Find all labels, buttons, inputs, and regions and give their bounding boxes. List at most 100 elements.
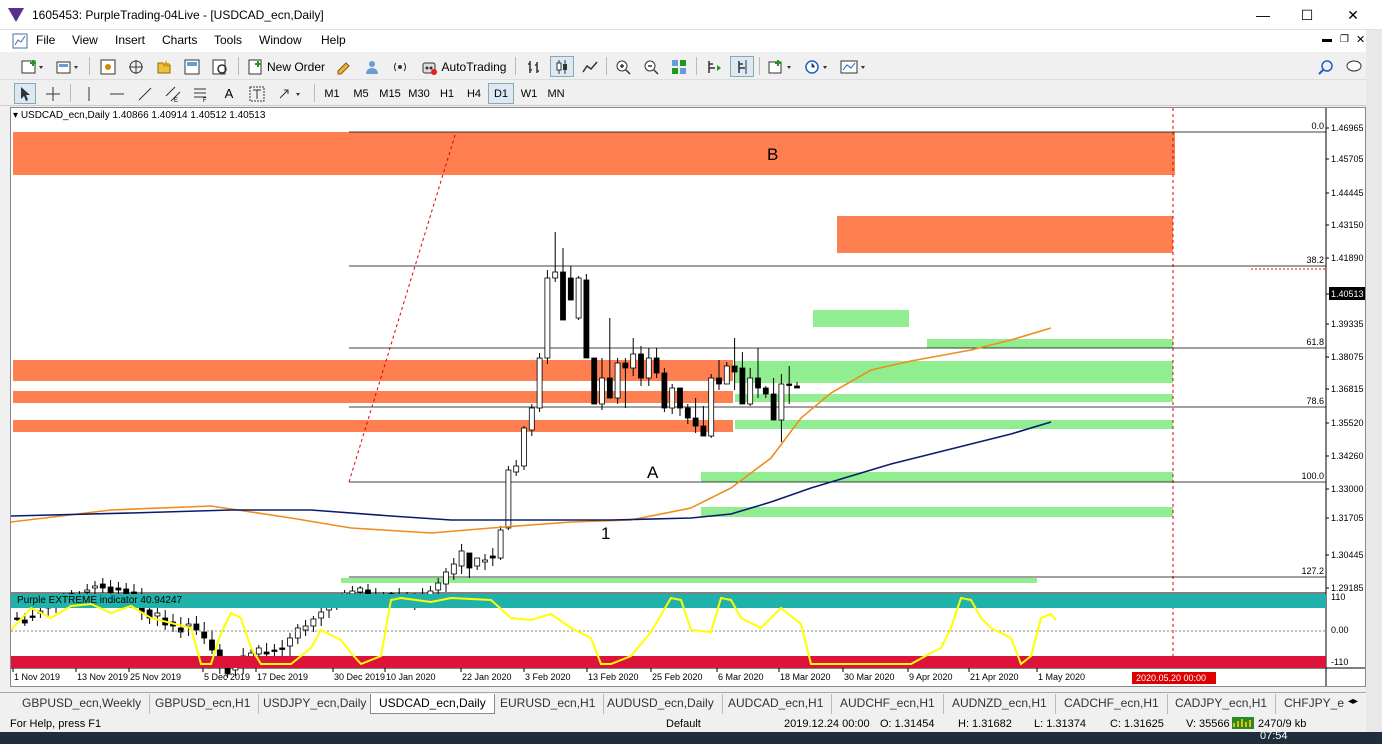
tab-usdjpy-daily[interactable]: USDJPY_ecn,Daily bbox=[255, 694, 376, 714]
maximize-button[interactable]: ☐ bbox=[1284, 0, 1330, 30]
candlestick-icon[interactable] bbox=[550, 56, 574, 77]
demand-zone bbox=[735, 361, 1173, 383]
child-restore-icon[interactable]: ❐ bbox=[1340, 34, 1349, 45]
tab-scroll-icon[interactable]: ◂▸ bbox=[1348, 696, 1358, 707]
tab-audusd-daily[interactable]: AUDUSD_ecn,Daily bbox=[599, 694, 723, 714]
menu-charts[interactable]: Charts bbox=[162, 33, 197, 47]
chart-window[interactable]: 0.0 38.2 61.8 78.6 100.0 127.2 1.46965 1.45705 1… bbox=[10, 107, 1366, 687]
date-label: 30 Dec 2019 bbox=[334, 672, 385, 682]
new-chart-icon[interactable] bbox=[18, 56, 46, 77]
tf-m30[interactable]: M30 bbox=[405, 83, 433, 104]
tab-chfjpy[interactable]: CHFJPY_e bbox=[1276, 694, 1352, 714]
text-tool-icon[interactable]: A bbox=[218, 83, 240, 104]
candle-body bbox=[786, 383, 793, 386]
price-label: 1.36815 bbox=[1331, 384, 1364, 394]
scrollbar[interactable] bbox=[1366, 30, 1382, 732]
tf-mn[interactable]: MN bbox=[543, 83, 569, 104]
tab-gbpusd-h1[interactable]: GBPUSD_ecn,H1 bbox=[147, 694, 260, 714]
demand-zone bbox=[927, 339, 1173, 348]
tf-w1[interactable]: W1 bbox=[516, 83, 542, 104]
tab-cadjpy-h1[interactable]: CADJPY_ecn,H1 bbox=[1167, 694, 1277, 714]
menu-help[interactable]: Help bbox=[321, 33, 346, 47]
tile-windows-icon[interactable] bbox=[667, 56, 691, 77]
tab-audcad-h1[interactable]: AUDCAD_ecn,H1 bbox=[720, 694, 833, 714]
tab-gbpusd-weekly[interactable]: GBPUSD_ecn,Weekly bbox=[14, 694, 151, 714]
tab-audnzd-h1[interactable]: AUDNZD_ecn,H1 bbox=[944, 694, 1056, 714]
tf-d1[interactable]: D1 bbox=[488, 83, 514, 104]
tab-eurusd-h1[interactable]: EURUSD_ecn,H1 bbox=[492, 694, 605, 714]
chat-icon[interactable] bbox=[1342, 56, 1366, 77]
menu-insert[interactable]: Insert bbox=[115, 33, 145, 47]
standard-toolbar: New Order AutoTrading bbox=[0, 53, 1366, 80]
price-label: 1.41890 bbox=[1331, 253, 1364, 263]
profiles-icon[interactable] bbox=[53, 56, 81, 77]
status-datetime: 2019.12.24 00:00 bbox=[784, 718, 870, 730]
fibonacci-icon[interactable]: F bbox=[190, 83, 212, 104]
data-window-icon[interactable] bbox=[124, 56, 148, 77]
tf-m1[interactable]: M1 bbox=[318, 83, 346, 104]
candle-body bbox=[614, 362, 621, 399]
price-label: 1.38075 bbox=[1331, 352, 1364, 362]
close-button[interactable]: ✕ bbox=[1330, 0, 1376, 30]
text-label-icon[interactable] bbox=[246, 83, 268, 104]
signals-icon[interactable] bbox=[388, 56, 412, 77]
market-watch-icon[interactable] bbox=[96, 56, 120, 77]
tf-h1[interactable]: H1 bbox=[434, 83, 460, 104]
line-chart-icon[interactable] bbox=[578, 56, 602, 77]
menu-view[interactable]: View bbox=[72, 33, 98, 47]
crosshair-icon[interactable] bbox=[42, 83, 64, 104]
autotrading-button[interactable]: AutoTrading bbox=[416, 56, 510, 77]
date-label: 13 Nov 2019 bbox=[77, 672, 128, 682]
bar-chart-icon[interactable] bbox=[522, 56, 546, 77]
zoom-in-icon[interactable] bbox=[611, 56, 635, 77]
candle-body bbox=[708, 377, 715, 437]
periods-icon[interactable] bbox=[801, 56, 833, 77]
candle-body bbox=[575, 277, 582, 319]
tf-h4[interactable]: H4 bbox=[461, 83, 487, 104]
cursor-icon[interactable] bbox=[14, 83, 36, 104]
candle-body bbox=[747, 377, 754, 405]
new-order-button[interactable]: New Order bbox=[244, 56, 328, 77]
menu-file[interactable]: File bbox=[36, 33, 55, 47]
zoom-out-icon[interactable] bbox=[639, 56, 663, 77]
chart-window-icon[interactable] bbox=[12, 33, 28, 49]
terminal-icon[interactable] bbox=[180, 56, 204, 77]
candle-body bbox=[84, 589, 91, 593]
date-label: 9 Apr 2020 bbox=[909, 672, 953, 682]
tab-audchf-h1[interactable]: AUDCHF_ecn,H1 bbox=[832, 694, 944, 714]
candle-body bbox=[310, 618, 317, 627]
templates-icon[interactable] bbox=[837, 56, 871, 77]
tf-m15[interactable]: M15 bbox=[376, 83, 404, 104]
arrows-icon[interactable] bbox=[276, 83, 306, 104]
candle-body bbox=[489, 555, 496, 559]
vertical-line-icon[interactable] bbox=[78, 83, 100, 104]
date-label: 13 Feb 2020 bbox=[588, 672, 639, 682]
menu-window[interactable]: Window bbox=[259, 33, 302, 47]
menu-tools[interactable]: Tools bbox=[214, 33, 242, 47]
date-label: 1 Nov 2019 bbox=[14, 672, 60, 682]
horizontal-line-icon[interactable] bbox=[106, 83, 128, 104]
tab-cadchf-h1[interactable]: CADCHF_ecn,H1 bbox=[1056, 694, 1168, 714]
metaeditor-icon[interactable] bbox=[332, 56, 356, 77]
candle-body bbox=[684, 407, 691, 419]
date-label: 30 Mar 2020 bbox=[844, 672, 895, 682]
tf-m5[interactable]: M5 bbox=[347, 83, 375, 104]
tab-usdcad-daily[interactable]: USDCAD_ecn,Daily bbox=[370, 694, 495, 714]
child-minimize-icon[interactable]: ▬ bbox=[1322, 34, 1332, 45]
taskbar: 07:54 bbox=[0, 732, 1382, 744]
minimize-button[interactable]: — bbox=[1240, 0, 1286, 30]
candle-body bbox=[544, 277, 551, 359]
title-bar: 1605453: PurpleTrading-04Live - [USDCAD_… bbox=[0, 0, 1382, 30]
community-icon[interactable] bbox=[360, 56, 384, 77]
search-icon[interactable] bbox=[1314, 56, 1338, 77]
chart-shift-icon[interactable] bbox=[702, 56, 726, 77]
price-chart[interactable]: 0.0 38.2 61.8 78.6 100.0 127.2 1.46965 1.45705 1… bbox=[11, 108, 1365, 686]
indicators-icon[interactable] bbox=[765, 56, 797, 77]
strategy-tester-icon[interactable] bbox=[208, 56, 232, 77]
equidistant-channel-icon[interactable]: E bbox=[162, 83, 184, 104]
candle-body bbox=[723, 365, 730, 385]
child-close-icon[interactable]: ✕ bbox=[1356, 33, 1365, 46]
autoscroll-icon[interactable] bbox=[730, 56, 754, 77]
navigator-icon[interactable] bbox=[152, 56, 176, 77]
trendline-icon[interactable] bbox=[134, 83, 156, 104]
